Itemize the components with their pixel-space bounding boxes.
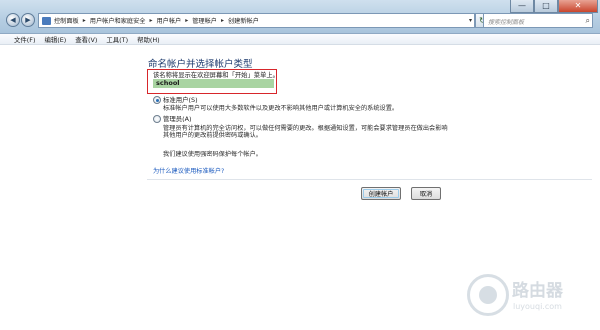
chevron-down-icon[interactable]: ▾ (469, 17, 472, 24)
navigation-bar: ◀ ▶ 控制面板 ▸ 用户帐户和家庭安全 ▸ 用户帐户 ▸ 管理帐户 ▸ 创建新… (6, 12, 596, 29)
search-input[interactable]: 搜索控制面板 ⌕ (483, 13, 593, 28)
watermark-title: 路由器 (512, 281, 563, 301)
menu-view[interactable]: 查看(V) (75, 35, 97, 44)
watermark: 路由器 luyouqi.com (467, 268, 587, 328)
menu-file[interactable]: 文件(F) (14, 35, 35, 44)
administrator-label[interactable]: 管理员(A) (163, 114, 192, 123)
breadcrumb-user-accounts[interactable]: 用户帐户 (156, 16, 181, 25)
breadcrumb-separator[interactable]: ▸ (83, 17, 86, 24)
control-panel-icon (42, 16, 51, 25)
why-standard-account-link[interactable]: 为什么建议使用标准帐户? (153, 166, 224, 175)
router-logo-icon (467, 274, 509, 316)
breadcrumb-separator[interactable]: ▸ (149, 17, 152, 24)
administrator-radio[interactable] (153, 115, 161, 123)
cancel-button[interactable]: 取消 (411, 187, 441, 200)
search-icon[interactable]: ⌕ (586, 16, 590, 26)
account-name-field[interactable] (153, 79, 274, 88)
menu-help[interactable]: 帮助(H) (137, 35, 160, 44)
administrator-description-continued: 其他用户的更改前提供密码或确认。 (163, 132, 262, 139)
breadcrumb-separator[interactable]: ▸ (185, 17, 188, 24)
divider (147, 179, 592, 180)
create-account-button[interactable]: 创建帐户 (361, 187, 401, 200)
page-title: 命名帐户并选择帐户类型 (148, 59, 253, 70)
standard-user-description: 标准帐户用户可以使用大多数软件以及更改不影响其他用户或计算机安全的系统设置。 (163, 105, 399, 112)
name-hint: 该名称将显示在欢迎屏幕和「开始」菜单上。 (153, 72, 279, 79)
standard-user-radio[interactable] (153, 96, 161, 104)
breadcrumb-control-panel[interactable]: 控制面板 (54, 16, 79, 25)
search-placeholder: 搜索控制面板 (488, 19, 525, 26)
breadcrumb-separator[interactable]: ▸ (221, 17, 224, 24)
breadcrumb-manage-accounts[interactable]: 管理帐户 (192, 16, 217, 25)
breadcrumb-create-account[interactable]: 创建新帐户 (228, 16, 259, 25)
menu-tools[interactable]: 工具(T) (106, 35, 128, 44)
back-button[interactable]: ◀ (6, 13, 20, 27)
main-content: 命名帐户并选择帐户类型 该名称将显示在欢迎屏幕和「开始」菜单上。 标准用户(S)… (0, 46, 600, 330)
breadcrumb-user-accounts-family[interactable]: 用户帐户和家庭安全 (90, 16, 146, 25)
address-bar[interactable]: 控制面板 ▸ 用户帐户和家庭安全 ▸ 用户帐户 ▸ 管理帐户 ▸ 创建新帐户 ▾ (38, 13, 475, 28)
watermark-subtitle: luyouqi.com (513, 302, 562, 311)
title-bar: — □ ✕ ◀ ▶ 控制面板 ▸ 用户帐户和家庭安全 ▸ 用户帐户 ▸ 管理帐户… (0, 0, 600, 34)
menu-edit[interactable]: 编辑(E) (44, 35, 66, 44)
menu-bar: 文件(F) 编辑(E) 查看(V) 工具(T) 帮助(H) (0, 34, 600, 45)
password-recommendation: 我们建议使用强密码保护每个帐户。 (163, 151, 262, 158)
forward-button[interactable]: ▶ (21, 13, 35, 27)
